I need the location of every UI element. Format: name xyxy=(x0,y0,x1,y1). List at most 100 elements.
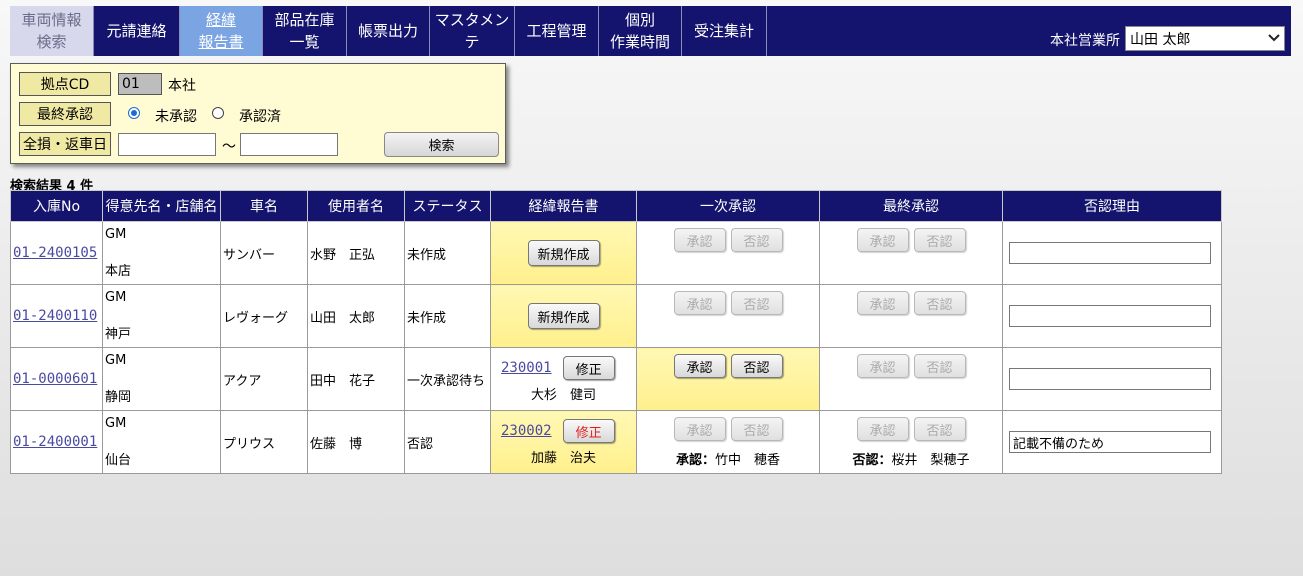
create-report-button[interactable]: 新規作成 xyxy=(527,240,600,266)
final-approve-button[interactable]: 承認 xyxy=(856,291,909,315)
first-approver-note: 承認：竹中 穂香 xyxy=(637,449,819,468)
radio-unapproved[interactable] xyxy=(128,107,140,119)
nav-label-line2: 検索 xyxy=(36,33,67,51)
nav-label: 帳票出力 xyxy=(357,22,418,40)
nav-vehicle-search[interactable]: 車両情報 検索 xyxy=(10,6,94,56)
col-header-car: 車名 xyxy=(220,190,308,222)
base-cd-input[interactable]: 01 xyxy=(118,73,162,95)
nav-report-output[interactable]: 帳票出力 xyxy=(347,6,430,56)
final-approval-label: 最終承認 xyxy=(19,102,111,126)
final-reject-button[interactable]: 否認 xyxy=(913,417,966,441)
user-select-value: 山田 太郎 xyxy=(1130,31,1191,48)
date-to-input[interactable] xyxy=(240,133,338,156)
nav-contractor-contact[interactable]: 元請連絡 xyxy=(94,6,180,56)
first-approve-button[interactable]: 承認 xyxy=(673,354,726,378)
final-approve-button[interactable]: 承認 xyxy=(856,228,909,252)
report-author: 大杉 健司 xyxy=(530,388,596,403)
reject-reason-input[interactable]: 記載不備のため xyxy=(1009,431,1211,453)
nav-label: 元請連絡 xyxy=(106,22,167,40)
final-reject-button[interactable]: 否認 xyxy=(913,354,966,378)
col-header-report: 経緯報告書 xyxy=(490,190,637,222)
nav-label-line1: 車両情報 xyxy=(21,11,82,29)
search-panel: 拠点CD 01 本社 最終承認 未承認 承認済 全損・返車日 ～ 検索 xyxy=(10,63,506,164)
result-table: 入庫No 得意先名・店舗名 車名 使用者名 ステータス 経緯報告書 一次承認 最… xyxy=(10,190,1222,474)
col-header-user: 使用者名 xyxy=(307,190,405,222)
final-reject-button[interactable]: 否認 xyxy=(913,291,966,315)
edit-report-button[interactable]: 修正 xyxy=(562,419,615,443)
entry-no-link[interactable]: 01-2400105 xyxy=(13,245,97,261)
first-reject-button[interactable]: 否認 xyxy=(730,354,783,378)
final-approver-name: 桜井 梨穂子 xyxy=(891,453,970,468)
report-no-link[interactable]: 230001 xyxy=(501,360,552,376)
nav-progress-report[interactable]: 経緯 報告書 xyxy=(180,6,263,56)
col-header-customer: 得意先名・店舗名 xyxy=(102,190,221,222)
col-header-first-approval: 一次承認 xyxy=(636,190,820,222)
reject-reason-input[interactable] xyxy=(1009,305,1211,327)
nav-label-line1: 経緯 xyxy=(205,11,236,29)
first-approver-label: 承認： xyxy=(675,453,715,468)
first-approve-button[interactable]: 承認 xyxy=(673,417,726,441)
car-name: サンバー xyxy=(223,247,276,263)
nav-process-management[interactable]: 工程管理 xyxy=(515,6,599,56)
user-name: 田中 花子 xyxy=(310,373,376,389)
entry-no-link[interactable]: 01-2400001 xyxy=(13,434,97,450)
table-row: 01-0000601 GM 静岡 アクア 田中 花子 一次承認待ち 230001… xyxy=(10,347,1222,411)
status-text: 未作成 xyxy=(407,310,447,326)
chevron-down-icon xyxy=(1268,32,1280,45)
table-row: 01-2400110 GM 神戸 レヴォーグ 山田 太郎 未作成 新規作成 承認… xyxy=(10,284,1222,348)
radio-approved-label: 承認済 xyxy=(239,109,281,125)
status-text: 未作成 xyxy=(407,247,447,263)
base-cd-label: 拠点CD xyxy=(19,72,111,96)
reject-reason-input[interactable] xyxy=(1009,242,1211,264)
search-button[interactable]: 検索 xyxy=(384,132,499,157)
col-header-reject-reason: 否認理由 xyxy=(1002,190,1222,222)
nav-parts-inventory[interactable]: 部品在庫 一覧 xyxy=(263,6,347,56)
user-name: 佐藤 博 xyxy=(310,436,363,452)
final-approve-button[interactable]: 承認 xyxy=(856,417,909,441)
nav-label-line1: 個別 xyxy=(624,11,655,29)
first-approver-name: 竹中 穂香 xyxy=(715,453,781,468)
date-from-input[interactable] xyxy=(118,133,216,156)
car-name: レヴォーグ xyxy=(223,310,289,326)
nav-label-line2: 一覧 xyxy=(289,33,320,51)
nav-label-line2: 報告書 xyxy=(198,33,244,51)
radio-approved[interactable] xyxy=(212,107,224,119)
first-reject-button[interactable]: 否認 xyxy=(730,291,783,315)
edit-report-button[interactable]: 修正 xyxy=(562,356,615,380)
nav-master-maintenance[interactable]: マスタメンテ xyxy=(430,6,515,56)
nav-label: 工程管理 xyxy=(526,22,587,40)
date-label: 全損・返車日 xyxy=(19,132,111,156)
nav-individual-work-time[interactable]: 個別 作業時間 xyxy=(599,6,682,56)
first-reject-button[interactable]: 否認 xyxy=(730,417,783,441)
status-text: 一次承認待ち xyxy=(407,373,486,389)
final-reject-button[interactable]: 否認 xyxy=(913,228,966,252)
range-tilde: ～ xyxy=(222,139,236,155)
store-name: 神戸 xyxy=(105,327,132,342)
user-name: 山田 太郎 xyxy=(310,310,376,326)
store-name: 静岡 xyxy=(105,390,132,405)
col-header-final-approval: 最終承認 xyxy=(819,190,1003,222)
first-approve-button[interactable]: 承認 xyxy=(673,291,726,315)
store-name: 本店 xyxy=(105,264,132,279)
reject-reason-input[interactable] xyxy=(1009,368,1211,390)
entry-no-link[interactable]: 01-2400110 xyxy=(13,308,97,324)
nav-label-line2: 作業時間 xyxy=(609,33,670,51)
table-row: 01-2400105 GM 本店 サンバー 水野 正弘 未作成 新規作成 承認 … xyxy=(10,221,1222,285)
nav-order-summary[interactable]: 受注集計 xyxy=(682,6,767,56)
report-no-link[interactable]: 230002 xyxy=(501,423,552,439)
nav-label: マスタメンテ xyxy=(434,11,510,51)
final-approver-note: 否認：桜井 梨穂子 xyxy=(820,449,1002,468)
user-select[interactable]: 山田 太郎 xyxy=(1125,26,1285,51)
car-name: プリウス xyxy=(223,436,276,452)
entry-no-link[interactable]: 01-0000601 xyxy=(13,371,97,387)
first-approve-button[interactable]: 承認 xyxy=(673,228,726,252)
first-reject-button[interactable]: 否認 xyxy=(730,228,783,252)
final-approver-label: 否認： xyxy=(852,453,892,468)
create-report-button[interactable]: 新規作成 xyxy=(527,303,600,329)
table-row: 01-2400001 GM 仙台 プリウス 佐藤 博 否認 230002 修正 … xyxy=(10,410,1222,474)
final-approve-button[interactable]: 承認 xyxy=(856,354,909,378)
office-label: 本社営業所 xyxy=(1050,33,1120,49)
user-name: 水野 正弘 xyxy=(310,247,376,263)
customer-name: GM xyxy=(105,290,127,305)
base-name: 本社 xyxy=(168,78,196,94)
